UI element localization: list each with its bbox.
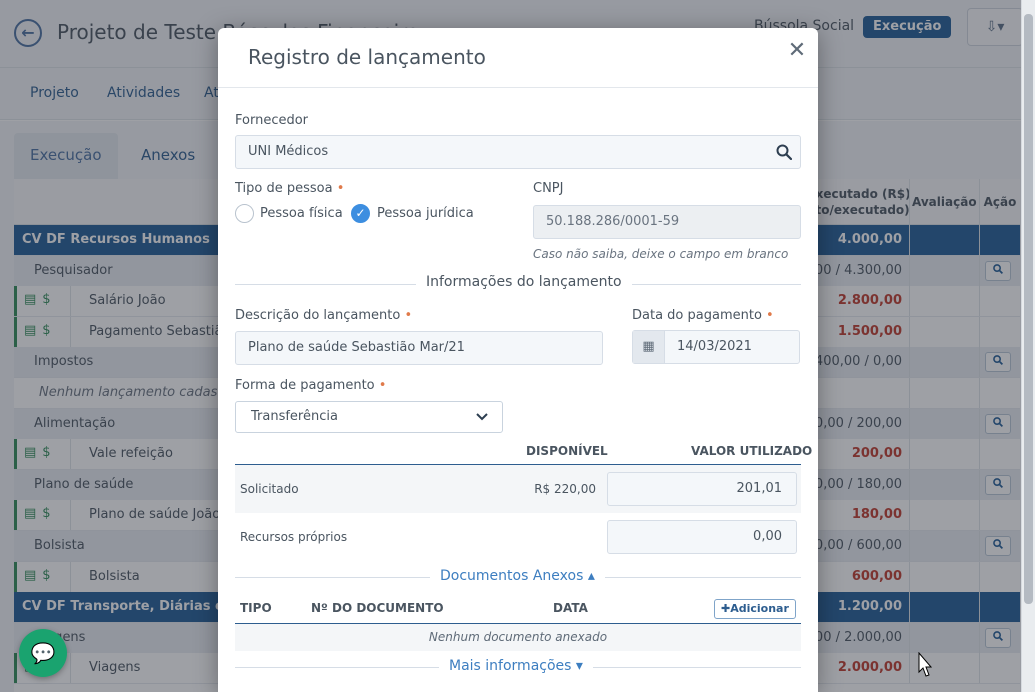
recursos-proprios-input[interactable]: 0,00 xyxy=(607,520,797,554)
search-icon[interactable] xyxy=(776,136,793,171)
modal-title: Registro de lançamento xyxy=(248,45,486,69)
caret-down-icon: ▾ xyxy=(575,658,583,674)
plus-icon: ✚ xyxy=(721,602,731,615)
info-section-title: Informações do lançamento xyxy=(416,274,632,290)
more-info-toggle[interactable]: Mais informações ▾ xyxy=(439,658,593,674)
docs-col-tipo: TIPO xyxy=(240,601,272,615)
pessoa-juridica-label[interactable]: Pessoa jurídica xyxy=(377,206,474,221)
descricao-label: Descrição do lançamento • xyxy=(235,308,413,323)
launch-record-modal: Registro de lançamento ✕ Fornecedor UNI … xyxy=(218,28,818,692)
tipo-pessoa-label: Tipo de pessoa • xyxy=(235,181,345,196)
radio-pessoa-fisica[interactable] xyxy=(235,204,254,223)
close-icon[interactable]: ✕ xyxy=(786,40,808,62)
col-disponivel: DISPONÍVEL xyxy=(526,444,608,458)
forma-label: Forma de pagamento • xyxy=(235,378,387,393)
forma-pagamento-select[interactable]: Transferência xyxy=(235,401,503,433)
fornecedor-input[interactable]: UNI Médicos xyxy=(235,135,801,169)
docs-col-numero: Nº DO DOCUMENTO xyxy=(311,601,444,615)
radio-pessoa-juridica[interactable]: ✓ xyxy=(351,204,370,223)
pessoa-fisica-label[interactable]: Pessoa física xyxy=(260,206,343,221)
calendar-icon[interactable]: ▦ xyxy=(633,331,665,363)
fornecedor-label: Fornecedor xyxy=(235,113,309,128)
chat-button[interactable]: 💬 xyxy=(19,629,67,677)
cnpj-label: CNPJ xyxy=(533,181,564,196)
col-valor-utilizado: VALOR UTILIZADO xyxy=(691,444,813,458)
data-label: Data do pagamento • xyxy=(632,308,774,323)
add-document-button[interactable]: ✚Adicionar xyxy=(714,599,796,619)
scroll-thumb[interactable] xyxy=(1024,14,1033,604)
cnpj-input[interactable]: 50.188.286/0001-59 xyxy=(533,205,801,239)
modal-header: Registro de lançamento ✕ xyxy=(218,28,818,88)
values-row-recursos-proprios: Recursos próprios 0,00 xyxy=(235,513,801,561)
solicitado-valor-input[interactable]: 201,01 xyxy=(607,472,797,506)
mouse-cursor xyxy=(918,652,932,677)
docs-section-toggle[interactable]: Documentos Anexos ▴ xyxy=(430,568,605,584)
cnpj-hint: Caso não saiba, deixe o campo em branco xyxy=(533,247,789,261)
caret-up-icon: ▴ xyxy=(587,568,595,584)
data-pagamento-input[interactable]: ▦ 14/03/2021 xyxy=(632,330,800,364)
descricao-input[interactable]: Plano de saúde Sebastião Mar/21 xyxy=(235,331,603,365)
docs-col-data: DATA xyxy=(553,601,588,615)
values-row-solicitado: Solicitado R$ 220,00 201,01 xyxy=(235,465,801,513)
chat-icon: 💬 xyxy=(30,641,56,665)
page-scrollbar[interactable] xyxy=(1021,0,1035,692)
docs-empty-state: Nenhum documento anexado xyxy=(235,624,801,651)
chevron-down-icon xyxy=(476,402,488,432)
